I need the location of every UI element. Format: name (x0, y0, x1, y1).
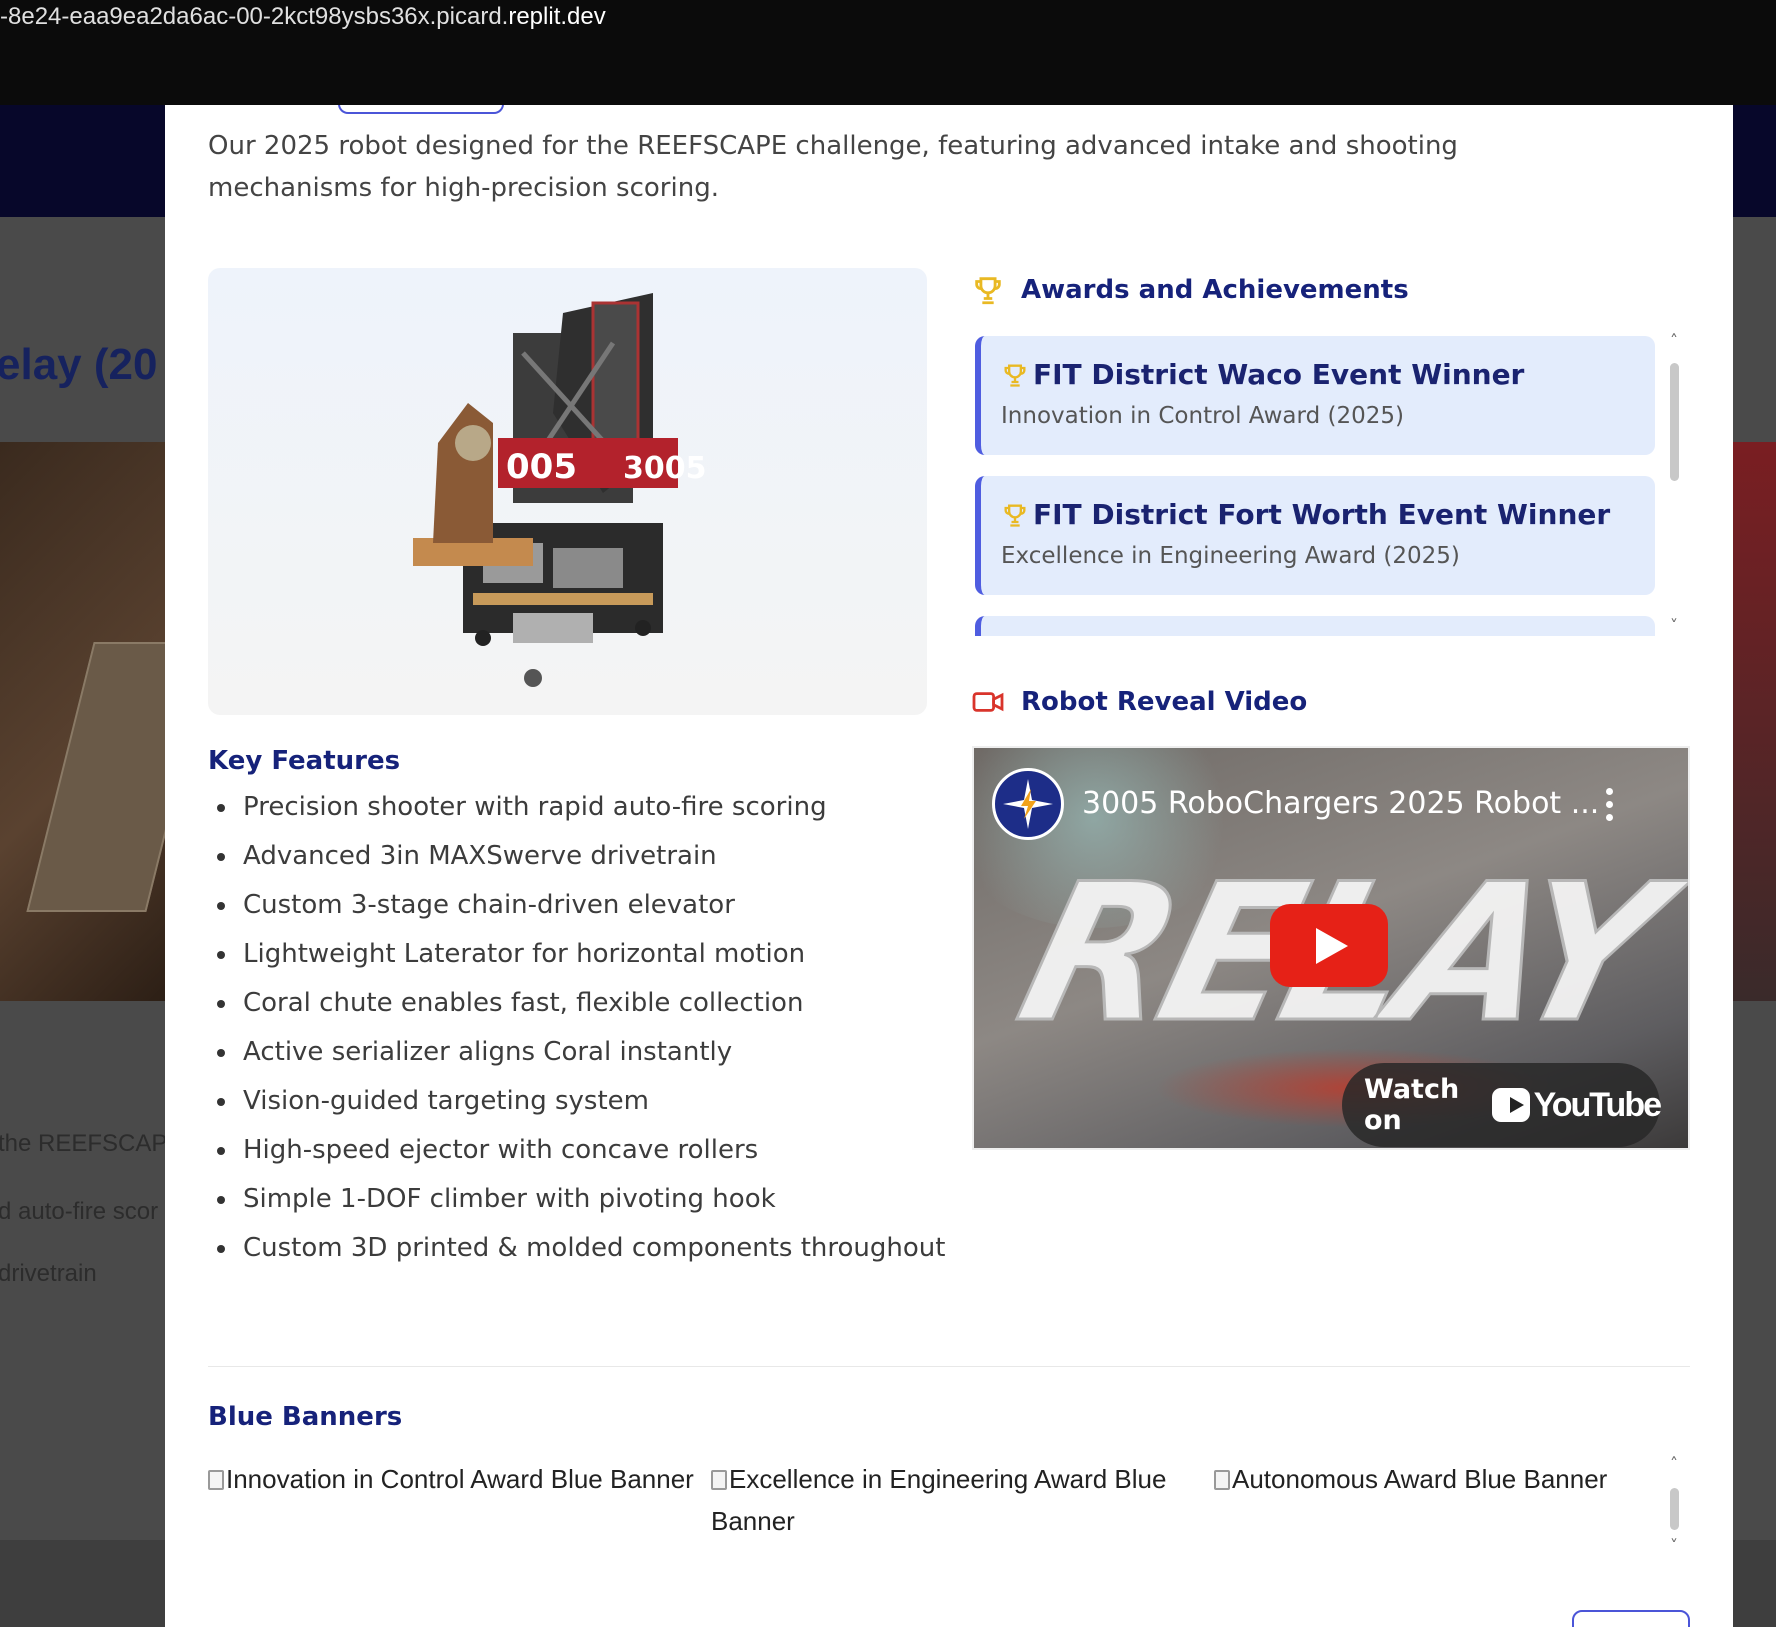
award-title: FIT District Fort Worth Event Winner (1033, 498, 1611, 531)
background-text-line: the REEFSCAPE (0, 1130, 184, 1157)
blue-banners-scroll-list[interactable]: Innovation in Control Award Blue Banner … (208, 1458, 1678, 1558)
trophy-icon (1004, 364, 1026, 387)
blue-banners-heading: Blue Banners (208, 1402, 403, 1432)
banner-image: Autonomous Award Blue Banner (1214, 1458, 1678, 1500)
svg-text:005: 005 (506, 447, 577, 487)
robot-description: Our 2025 robot designed for the REEFSCAP… (208, 131, 1458, 203)
scroll-down-arrow-icon[interactable]: ˅ (1670, 1536, 1678, 1555)
scroll-up-arrow-icon[interactable]: ˄ (1670, 331, 1678, 350)
youtube-video-embed[interactable]: RELAY 3005 RoboChargers 2025 Robot ... W… (972, 746, 1690, 1150)
awards-scrollbar[interactable]: ˄ ˅ (1670, 331, 1680, 636)
list-item: Precision shooter with rapid auto-fire s… (208, 783, 928, 832)
robot-image: 005 3005 (208, 268, 927, 715)
list-item: Coral chute enables fast, flexible colle… (208, 979, 928, 1028)
section-divider (208, 1366, 1690, 1367)
list-item: Simple 1-DOF climber with pivoting hook (208, 1175, 928, 1224)
background-text-line: drivetrain (0, 1260, 97, 1287)
background-page-title: elay (20 (0, 340, 158, 389)
key-features-list: Precision shooter with rapid auto-fire s… (208, 783, 945, 1273)
more-options-icon[interactable] (1606, 788, 1614, 827)
trophy-icon (975, 277, 1001, 305)
trophy-icon (1004, 504, 1026, 527)
award-subtitle: Excellence in Engineering Award (2025) (1001, 543, 1460, 569)
broken-image-icon (1214, 1470, 1230, 1490)
modal-footer-button[interactable] (1572, 1610, 1690, 1627)
award-card: FIT District Waco Event Winner Innovatio… (975, 336, 1655, 455)
video-header: Robot Reveal Video (971, 687, 1307, 717)
scrollbar-thumb[interactable] (1670, 363, 1679, 481)
awards-heading: Awards and Achievements (1021, 275, 1409, 305)
banner-image: Innovation in Control Award Blue Banner (208, 1458, 698, 1500)
video-heading: Robot Reveal Video (1021, 687, 1308, 717)
list-item: Vision-guided targeting system (208, 1077, 928, 1126)
list-item: Advanced 3in MAXSwerve drivetrain (208, 832, 928, 881)
robot-photo: 005 3005 (413, 293, 707, 687)
list-item: Active serializer aligns Coral instantly (208, 1028, 928, 1077)
awards-header: Awards and Achievements (971, 273, 1409, 307)
url-text: -8e24-eaa9ea2da6ac-00-2kct98ysbs36x.pica… (0, 3, 606, 30)
watch-on-youtube-button[interactable]: Watch on YouTube (1342, 1063, 1662, 1147)
svg-text:3005: 3005 (623, 451, 707, 486)
list-item: Custom 3D printed & molded components th… (208, 1224, 945, 1273)
broken-image-icon (208, 1470, 224, 1490)
video-title[interactable]: 3005 RoboChargers 2025 Robot ... (1082, 786, 1599, 821)
year-badge-clipped (338, 105, 504, 114)
broken-image-icon (711, 1470, 727, 1490)
award-subtitle: Innovation in Control Award (2025) (1001, 403, 1404, 429)
banner-image: Excellence in Engineering Award Blue Ban… (711, 1464, 1167, 1536)
list-item: High-speed ejector with concave rollers (208, 1126, 928, 1175)
awards-scroll-list[interactable]: FIT District Waco Event Winner Innovatio… (970, 331, 1670, 636)
video-camera-icon (972, 692, 1004, 712)
scroll-up-arrow-icon[interactable]: ˄ (1670, 1454, 1678, 1473)
scrollbar-thumb[interactable] (1670, 1488, 1679, 1530)
robot-detail-modal: Our 2025 robot designed for the REEFSCAP… (165, 105, 1733, 1627)
award-card: FIT District Fort Worth Event Winner Exc… (975, 476, 1655, 595)
youtube-logo-icon (1492, 1088, 1530, 1122)
award-card-partial (975, 616, 1655, 636)
list-item: Custom 3-stage chain-driven elevator (208, 881, 928, 930)
play-button[interactable] (1270, 904, 1388, 987)
channel-avatar[interactable] (992, 768, 1064, 840)
browser-address-bar[interactable]: -8e24-eaa9ea2da6ac-00-2kct98ysbs36x.pica… (0, 0, 1776, 105)
list-item: Lightweight Laterator for horizontal mot… (208, 930, 928, 979)
award-title: FIT District Waco Event Winner (1033, 358, 1525, 391)
background-text-line: d auto-fire scor (0, 1198, 159, 1225)
scroll-down-arrow-icon[interactable]: ˅ (1670, 616, 1678, 635)
key-features-heading: Key Features (208, 746, 401, 776)
banners-vertical-scrollbar[interactable]: ˄ ˅ (1670, 1454, 1680, 1558)
